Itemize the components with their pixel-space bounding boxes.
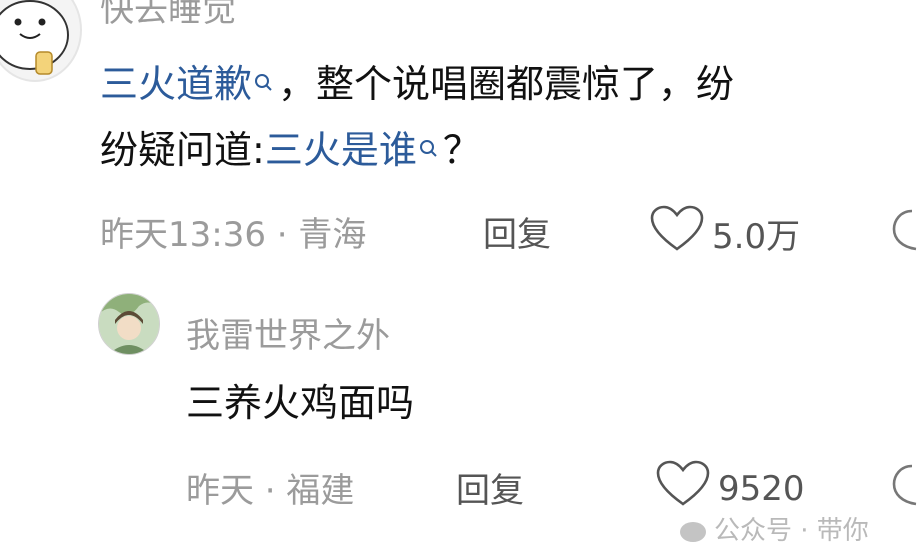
comment-text-part: ？	[442, 128, 481, 172]
like-count: 5.0万	[712, 217, 801, 257]
search-icon	[252, 54, 278, 114]
avatar[interactable]	[98, 293, 160, 355]
comment-time-location: 昨天 · 福建	[186, 471, 355, 511]
comment-text: 三养火鸡面吗	[186, 381, 415, 425]
like-button[interactable]: 5.0万	[650, 205, 800, 262]
share-icon[interactable]	[892, 205, 918, 257]
comment-text-line2: 纷疑问道:三火是谁 ？	[100, 120, 481, 180]
like-button[interactable]: 9520	[656, 460, 805, 517]
watermark: 公众号 · 带你	[680, 510, 869, 547]
wechat-icon	[680, 521, 706, 542]
comment-text-part: ，整个说唱圈都震惊了，纷	[278, 62, 735, 106]
avatar[interactable]	[0, 0, 82, 82]
comment-text: 三火道歉 ，整个说唱圈都震惊了，纷	[100, 54, 734, 114]
comment-username[interactable]: 我雷世界之外	[186, 308, 390, 357]
like-count: 9520	[718, 468, 805, 509]
reply-button[interactable]: 回复	[483, 207, 551, 256]
topic-link[interactable]: 三火道歉	[100, 62, 252, 106]
heart-icon	[656, 460, 710, 517]
search-icon	[417, 120, 443, 180]
share-icon[interactable]	[892, 460, 918, 512]
heart-icon	[650, 205, 704, 262]
reply-button[interactable]: 回复	[456, 463, 524, 512]
comment-text-part: 纷疑问道:	[100, 128, 265, 172]
watermark-text: 公众号 · 带你	[714, 516, 869, 546]
topic-link[interactable]: 三火是谁	[265, 128, 417, 172]
comment-username[interactable]: 快去睡觉	[100, 0, 236, 31]
comment-time-location: 昨天13:36 · 青海	[100, 215, 367, 255]
